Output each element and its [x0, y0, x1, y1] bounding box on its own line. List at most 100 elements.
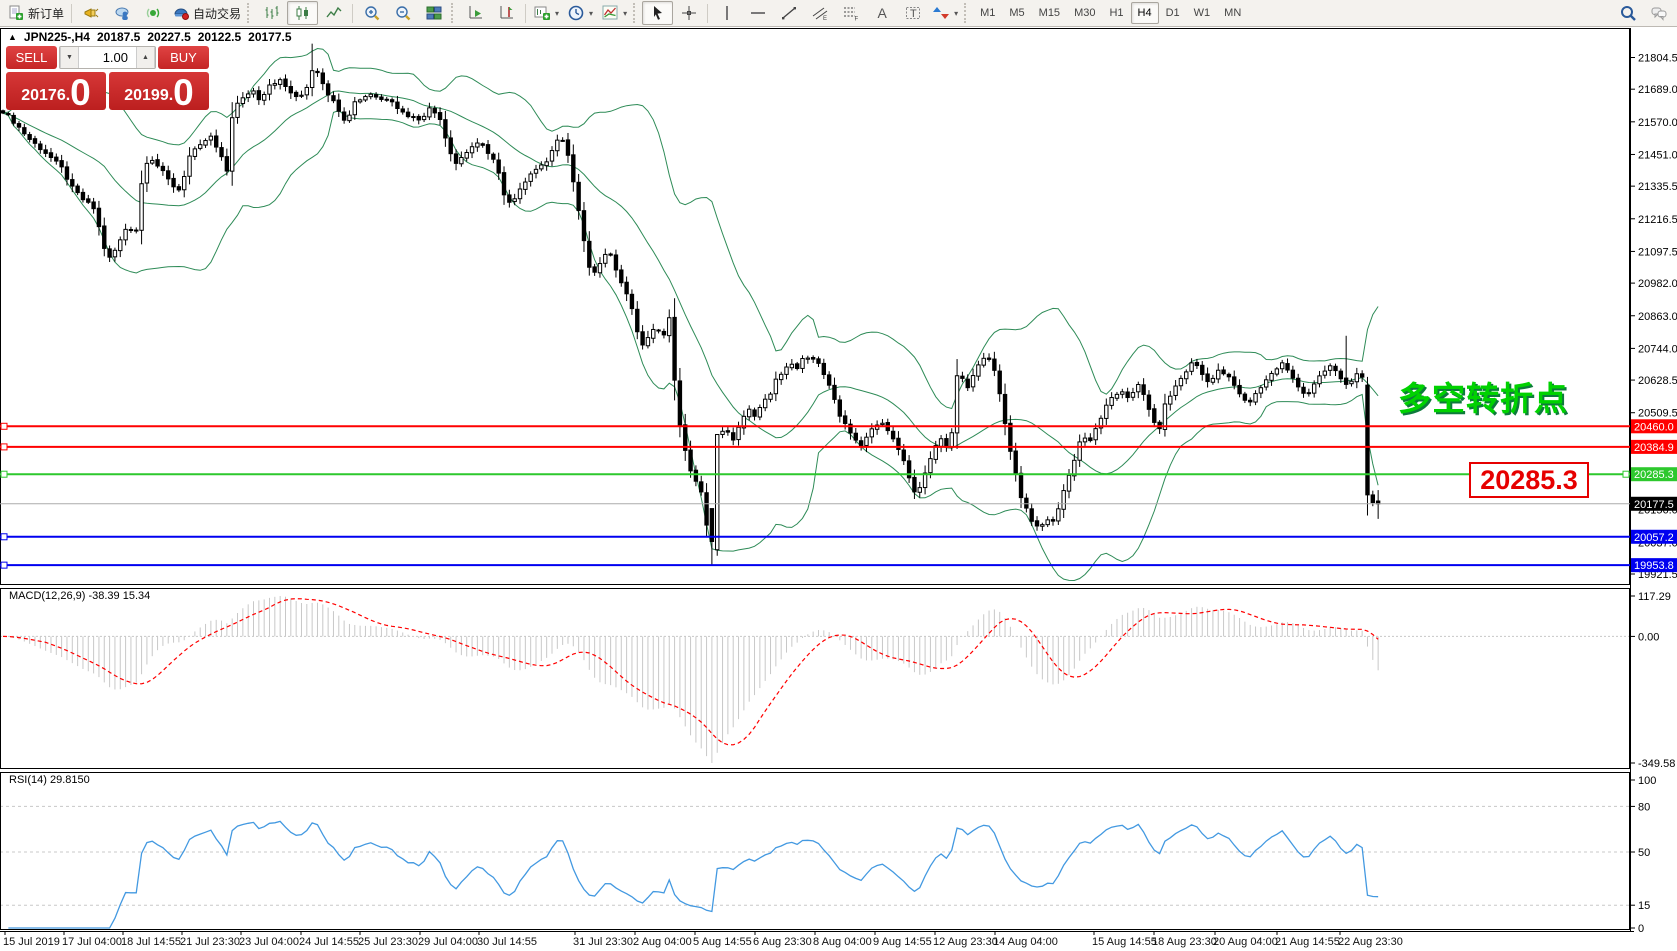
- line-handle[interactable]: [1, 444, 7, 450]
- megaphone-icon: [82, 4, 100, 22]
- line-handle[interactable]: [1, 562, 7, 568]
- zoom-out-icon: [394, 4, 412, 22]
- label-tool-icon: T: [904, 4, 922, 22]
- sell-price-int: 20176.: [21, 87, 70, 110]
- svg-text:E: E: [823, 16, 827, 22]
- line-handle[interactable]: [1, 423, 7, 429]
- sell-button[interactable]: SELL: [6, 46, 57, 69]
- svg-text:31 Jul 23:30: 31 Jul 23:30: [573, 936, 633, 948]
- timeframe-button-H4[interactable]: H4: [1131, 2, 1159, 24]
- dropdown-caret-icon[interactable]: ▾: [954, 9, 958, 18]
- volume-decrease-button[interactable]: ▼: [60, 47, 79, 68]
- volume-increase-button[interactable]: ▲: [136, 47, 155, 68]
- horizontal-line-button[interactable]: [742, 1, 773, 25]
- notifications-button[interactable]: [75, 1, 106, 25]
- ohlc-low: 20122.5: [198, 30, 241, 44]
- svg-text:T: T: [910, 8, 917, 20]
- timeframe-button-M30[interactable]: M30: [1067, 2, 1102, 24]
- candle-chart-button[interactable]: [287, 1, 318, 25]
- zoom-in-button[interactable]: [356, 1, 387, 25]
- toolbar-grip[interactable]: [633, 3, 640, 23]
- svg-text:21097.5: 21097.5: [1638, 246, 1677, 258]
- auto-scroll-icon: [467, 4, 485, 22]
- chart-text-annotation[interactable]: 多空转折点: [1398, 372, 1568, 420]
- auto-scroll-button[interactable]: [460, 1, 491, 25]
- toolbar-grip[interactable]: [964, 3, 971, 23]
- ohlc-high: 20227.5: [147, 30, 190, 44]
- new-order-button[interactable]: 新订单: [3, 1, 68, 25]
- periods-button[interactable]: ▾: [563, 1, 597, 25]
- autotrade-button[interactable]: 自动交易: [168, 1, 245, 25]
- bar-chart-button[interactable]: [256, 1, 287, 25]
- indicators-button[interactable]: ▾: [597, 1, 631, 25]
- buy-price-display[interactable]: 20199.0: [109, 72, 209, 110]
- buy-button[interactable]: BUY: [158, 46, 209, 69]
- chat-button[interactable]: [1643, 1, 1674, 25]
- line-chart-button[interactable]: [318, 1, 349, 25]
- line-handle[interactable]: [1, 534, 7, 540]
- chart-shift-button[interactable]: [491, 1, 522, 25]
- svg-text:6 Aug 23:30: 6 Aug 23:30: [753, 936, 812, 948]
- axis-price-label: 19953.8: [1631, 558, 1677, 572]
- toolbar-separator: [352, 4, 353, 23]
- svg-text:25 Jul 23:30: 25 Jul 23:30: [358, 936, 418, 948]
- svg-text:29 Jul 04:00: 29 Jul 04:00: [418, 936, 478, 948]
- svg-text:21689.0: 21689.0: [1638, 84, 1677, 96]
- timeframe-button-M5[interactable]: M5: [1002, 2, 1031, 24]
- svg-text:-349.58: -349.58: [1638, 758, 1675, 770]
- svg-text:21 Jul 23:30: 21 Jul 23:30: [180, 936, 240, 948]
- svg-text:20982.0: 20982.0: [1638, 278, 1677, 290]
- toolbar-grip[interactable]: [247, 3, 254, 23]
- toolbar-grip[interactable]: [451, 3, 458, 23]
- zoom-out-button[interactable]: [387, 1, 418, 25]
- collapse-triangle-icon[interactable]: ▲: [8, 32, 17, 42]
- fibonacci-button[interactable]: F: [835, 1, 866, 25]
- svg-text:15 Jul 2019: 15 Jul 2019: [3, 936, 60, 948]
- crosshair-icon: [680, 4, 698, 22]
- chart-window: 21804.521689.021570.021451.021335.521216…: [0, 0, 1677, 951]
- timeframe-button-MN[interactable]: MN: [1217, 2, 1248, 24]
- line-chart-icon: [325, 4, 343, 22]
- dropdown-caret-icon[interactable]: ▾: [623, 9, 627, 18]
- svg-text:18 Jul 14:55: 18 Jul 14:55: [121, 936, 181, 948]
- macd-indicator-label: MACD(12,26,9) -38.39 15.34: [9, 590, 150, 602]
- timeframe-button-M1[interactable]: M1: [973, 2, 1002, 24]
- volume-input[interactable]: 1.00: [79, 47, 136, 68]
- svg-text:21804.5: 21804.5: [1638, 53, 1677, 65]
- buy-price-int: 20199.: [124, 87, 173, 110]
- channel-button[interactable]: E: [804, 1, 835, 25]
- timeframe-button-M15[interactable]: M15: [1032, 2, 1067, 24]
- timeframe-button-H1[interactable]: H1: [1102, 2, 1130, 24]
- price-axis: 21804.521689.021570.021451.021335.521216…: [1630, 28, 1677, 935]
- chart-area[interactable]: 21804.521689.021570.021451.021335.521216…: [0, 0, 1677, 951]
- crosshair-button[interactable]: [673, 1, 704, 25]
- sell-price-display[interactable]: 20176.0: [6, 72, 106, 110]
- price-callout-box[interactable]: 20285.3: [1469, 462, 1589, 498]
- autotrade-icon: [172, 4, 190, 22]
- label-button[interactable]: T: [897, 1, 928, 25]
- svg-text:20509.5: 20509.5: [1638, 408, 1677, 420]
- signals-button[interactable]: [137, 1, 168, 25]
- svg-text:21570.0: 21570.0: [1638, 117, 1677, 129]
- tile-windows-button[interactable]: [418, 1, 449, 25]
- trendline-button[interactable]: [773, 1, 804, 25]
- svg-text:24 Jul 14:55: 24 Jul 14:55: [299, 936, 359, 948]
- cursor-icon: [649, 4, 667, 22]
- signals-icon: [144, 4, 162, 22]
- svg-text:20744.0: 20744.0: [1638, 343, 1677, 355]
- vertical-line-button[interactable]: [711, 1, 742, 25]
- timeframe-button-D1[interactable]: D1: [1159, 2, 1187, 24]
- svg-text:15 Aug 14:55: 15 Aug 14:55: [1092, 936, 1157, 948]
- cursor-button[interactable]: [642, 1, 673, 25]
- ohlc-open: 20187.5: [97, 30, 140, 44]
- svg-text:17 Jul 04:00: 17 Jul 04:00: [62, 936, 122, 948]
- line-handle[interactable]: [1, 471, 7, 477]
- dropdown-caret-icon[interactable]: ▾: [555, 9, 559, 18]
- market-button[interactable]: [106, 1, 137, 25]
- search-button[interactable]: [1612, 1, 1643, 25]
- dropdown-caret-icon[interactable]: ▾: [589, 9, 593, 18]
- timeframe-button-W1[interactable]: W1: [1187, 2, 1218, 24]
- text-button[interactable]: A: [866, 1, 897, 25]
- new-chart-button[interactable]: ▾: [529, 1, 563, 25]
- arrows-button[interactable]: ▾: [928, 1, 962, 25]
